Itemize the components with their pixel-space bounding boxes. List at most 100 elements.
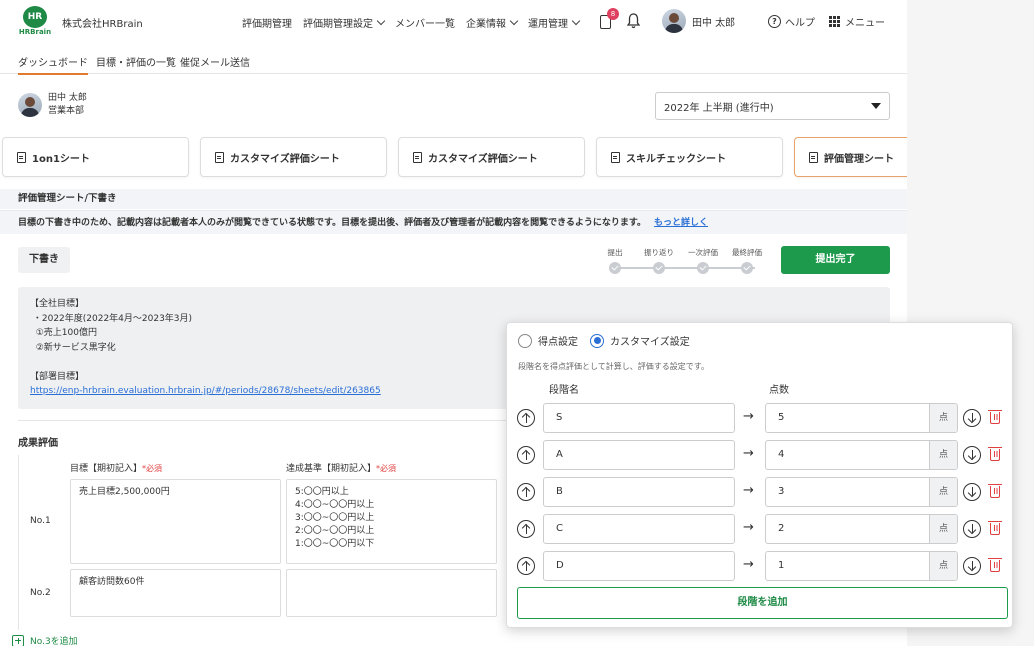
stage-row: D → 1点 (517, 551, 1007, 581)
draft-notice: 目標の下書き中のため、記載内容は記載者本人のみが閲覧できている状態です。目標を提… (0, 210, 907, 234)
notification-document-icon[interactable]: 8 (600, 8, 619, 30)
radio-on-icon (590, 333, 604, 348)
column-header-score: 点数 (769, 385, 789, 396)
move-down-icon[interactable] (963, 520, 981, 538)
move-up-icon[interactable] (517, 446, 535, 464)
menu-item-operations[interactable]: 運用管理 (528, 15, 581, 30)
add-row-button[interactable]: No.3を追加 (12, 634, 78, 646)
radio-off-icon (518, 333, 532, 348)
check-icon (741, 262, 753, 274)
profile-name: 田中 太郎 (48, 93, 87, 103)
help-icon: ? (768, 15, 781, 28)
move-down-icon[interactable] (963, 483, 981, 501)
scoring-mode-radio-group: 得点設定 カスタマイズ設定 (518, 333, 690, 348)
stage-row: B → 3点 (517, 477, 1007, 507)
move-down-icon[interactable] (963, 446, 981, 464)
add-stage-button[interactable]: 段階を追加 (517, 587, 1008, 619)
stage-name-input[interactable]: S (543, 403, 735, 433)
stage-score-input[interactable]: 4点 (765, 440, 958, 470)
stage-score-input[interactable]: 3点 (765, 477, 958, 507)
unit-label: 点 (929, 441, 957, 469)
stage-name-input[interactable]: C (543, 514, 735, 544)
stage-score-input[interactable]: 2点 (765, 514, 958, 544)
sheet-tab-evaluation-management[interactable]: 評価管理シート (794, 137, 907, 177)
sheet-link[interactable]: https://enp-hrbrain.evaluation.hrbrain.j… (30, 386, 381, 396)
criteria-input[interactable] (286, 569, 497, 617)
tab-dashboard[interactable]: ダッシュボード (18, 54, 88, 75)
menu-item-company-info[interactable]: 企業情報 (466, 15, 519, 30)
move-down-icon[interactable] (963, 557, 981, 575)
radio-custom-setting[interactable]: カスタマイズ設定 (590, 333, 690, 348)
submit-button[interactable]: 提出完了 (781, 246, 890, 274)
move-up-icon[interactable] (517, 520, 535, 538)
check-icon (609, 262, 621, 274)
step-label: 最終評価 (732, 248, 762, 257)
stage-score-input[interactable]: 5点 (765, 403, 958, 433)
company-name: 株式会社HRBrain (62, 19, 143, 30)
hrbrain-logo[interactable]: HR HRBrain (18, 6, 52, 38)
menu-item-evaluation-period[interactable]: 評価期管理 (242, 15, 292, 30)
chevron-down-icon (571, 16, 581, 26)
results-title: 成果評価 (18, 438, 58, 449)
stage-name-input[interactable]: D (543, 551, 735, 581)
sheet-tab-custom-1[interactable]: カスタマイズ評価シート (200, 137, 387, 177)
draft-status-badge: 下書き (18, 247, 70, 273)
document-icon (215, 151, 224, 163)
column-header-stage-name: 段階名 (549, 385, 579, 396)
stage-row: S → 5点 (517, 403, 1007, 433)
trash-icon[interactable] (988, 558, 1002, 572)
step-label: 提出 (607, 248, 623, 257)
radio-score-setting[interactable]: 得点設定 (518, 333, 578, 348)
goal-input[interactable]: 売上目標2,500,000円 (70, 479, 281, 564)
column-header-goal: 目標【期初記入】*必須 (70, 464, 163, 474)
trash-icon[interactable] (988, 447, 1002, 461)
profile-summary: 田中 太郎 営業本部 (18, 92, 87, 118)
stage-name-input[interactable]: B (543, 477, 735, 507)
chevron-down-icon (509, 16, 519, 26)
goal-input[interactable]: 顧客訪問数60件 (70, 569, 281, 617)
menu-item-members[interactable]: メンバー一覧 (395, 15, 455, 30)
sheet-tab-1on1[interactable]: 1on1シート (2, 137, 189, 177)
document-icon (17, 151, 26, 163)
trash-icon[interactable] (988, 521, 1002, 535)
user-menu[interactable]: 田中 太郎 (662, 9, 735, 33)
profile-department: 営業本部 (48, 106, 85, 116)
trash-icon[interactable] (988, 410, 1002, 424)
move-up-icon[interactable] (517, 409, 535, 427)
sheet-tab-custom-2[interactable]: カスタマイズ評価シート (398, 137, 585, 177)
scoring-settings-popup: 得点設定 カスタマイズ設定 段階名を得点評価として計算し、評価する設定です。 段… (506, 322, 1013, 628)
bell-icon[interactable] (627, 13, 640, 29)
menu-item-evaluation-settings[interactable]: 評価期管理設定 (303, 15, 386, 30)
sub-navbar: ダッシュボード 目標・評価の一覧 催促メール送信 (0, 44, 907, 75)
move-up-icon[interactable] (517, 483, 535, 501)
progress-steps: 提出 振り返り 一次評価 最終評価 (605, 247, 765, 277)
row-label: No.2 (30, 588, 51, 598)
trash-icon[interactable] (988, 484, 1002, 498)
menu-button[interactable]: メニュー (829, 14, 885, 29)
logo-mark: HR (23, 6, 47, 28)
learn-more-link[interactable]: もっと詳しく (654, 218, 708, 228)
arrow-right-icon: → (743, 520, 754, 535)
period-select[interactable]: 2022年 上半期 (進行中) (655, 92, 890, 120)
move-down-icon[interactable] (963, 409, 981, 427)
tab-goal-list[interactable]: 目標・評価の一覧 (96, 54, 176, 69)
chevron-down-icon (376, 16, 386, 26)
logo-word: HRBrain (18, 28, 52, 36)
check-icon (653, 262, 665, 274)
tab-reminder-mail[interactable]: 催促メール送信 (180, 54, 250, 69)
check-icon (697, 262, 709, 274)
arrow-right-icon: → (743, 483, 754, 498)
plus-icon (12, 634, 24, 646)
document-icon (611, 151, 620, 163)
stage-row: C → 2点 (517, 514, 1007, 544)
stage-score-input[interactable]: 1点 (765, 551, 958, 581)
stage-name-input[interactable]: A (543, 440, 735, 470)
row-label: No.1 (30, 516, 51, 526)
sheet-tab-skill-check[interactable]: スキルチェックシート (596, 137, 783, 177)
criteria-input[interactable]: 5:〇〇円以上 4:〇〇~〇〇円以上 3:〇〇~〇〇円以上 2:〇〇~〇〇円以上… (286, 479, 497, 564)
setting-description: 段階名を得点評価として計算し、評価する設定です。 (518, 362, 709, 371)
help-button[interactable]: ? ヘルプ (768, 14, 815, 29)
move-up-icon[interactable] (517, 557, 535, 575)
step-label: 振り返り (644, 248, 674, 257)
arrow-right-icon: → (743, 557, 754, 572)
